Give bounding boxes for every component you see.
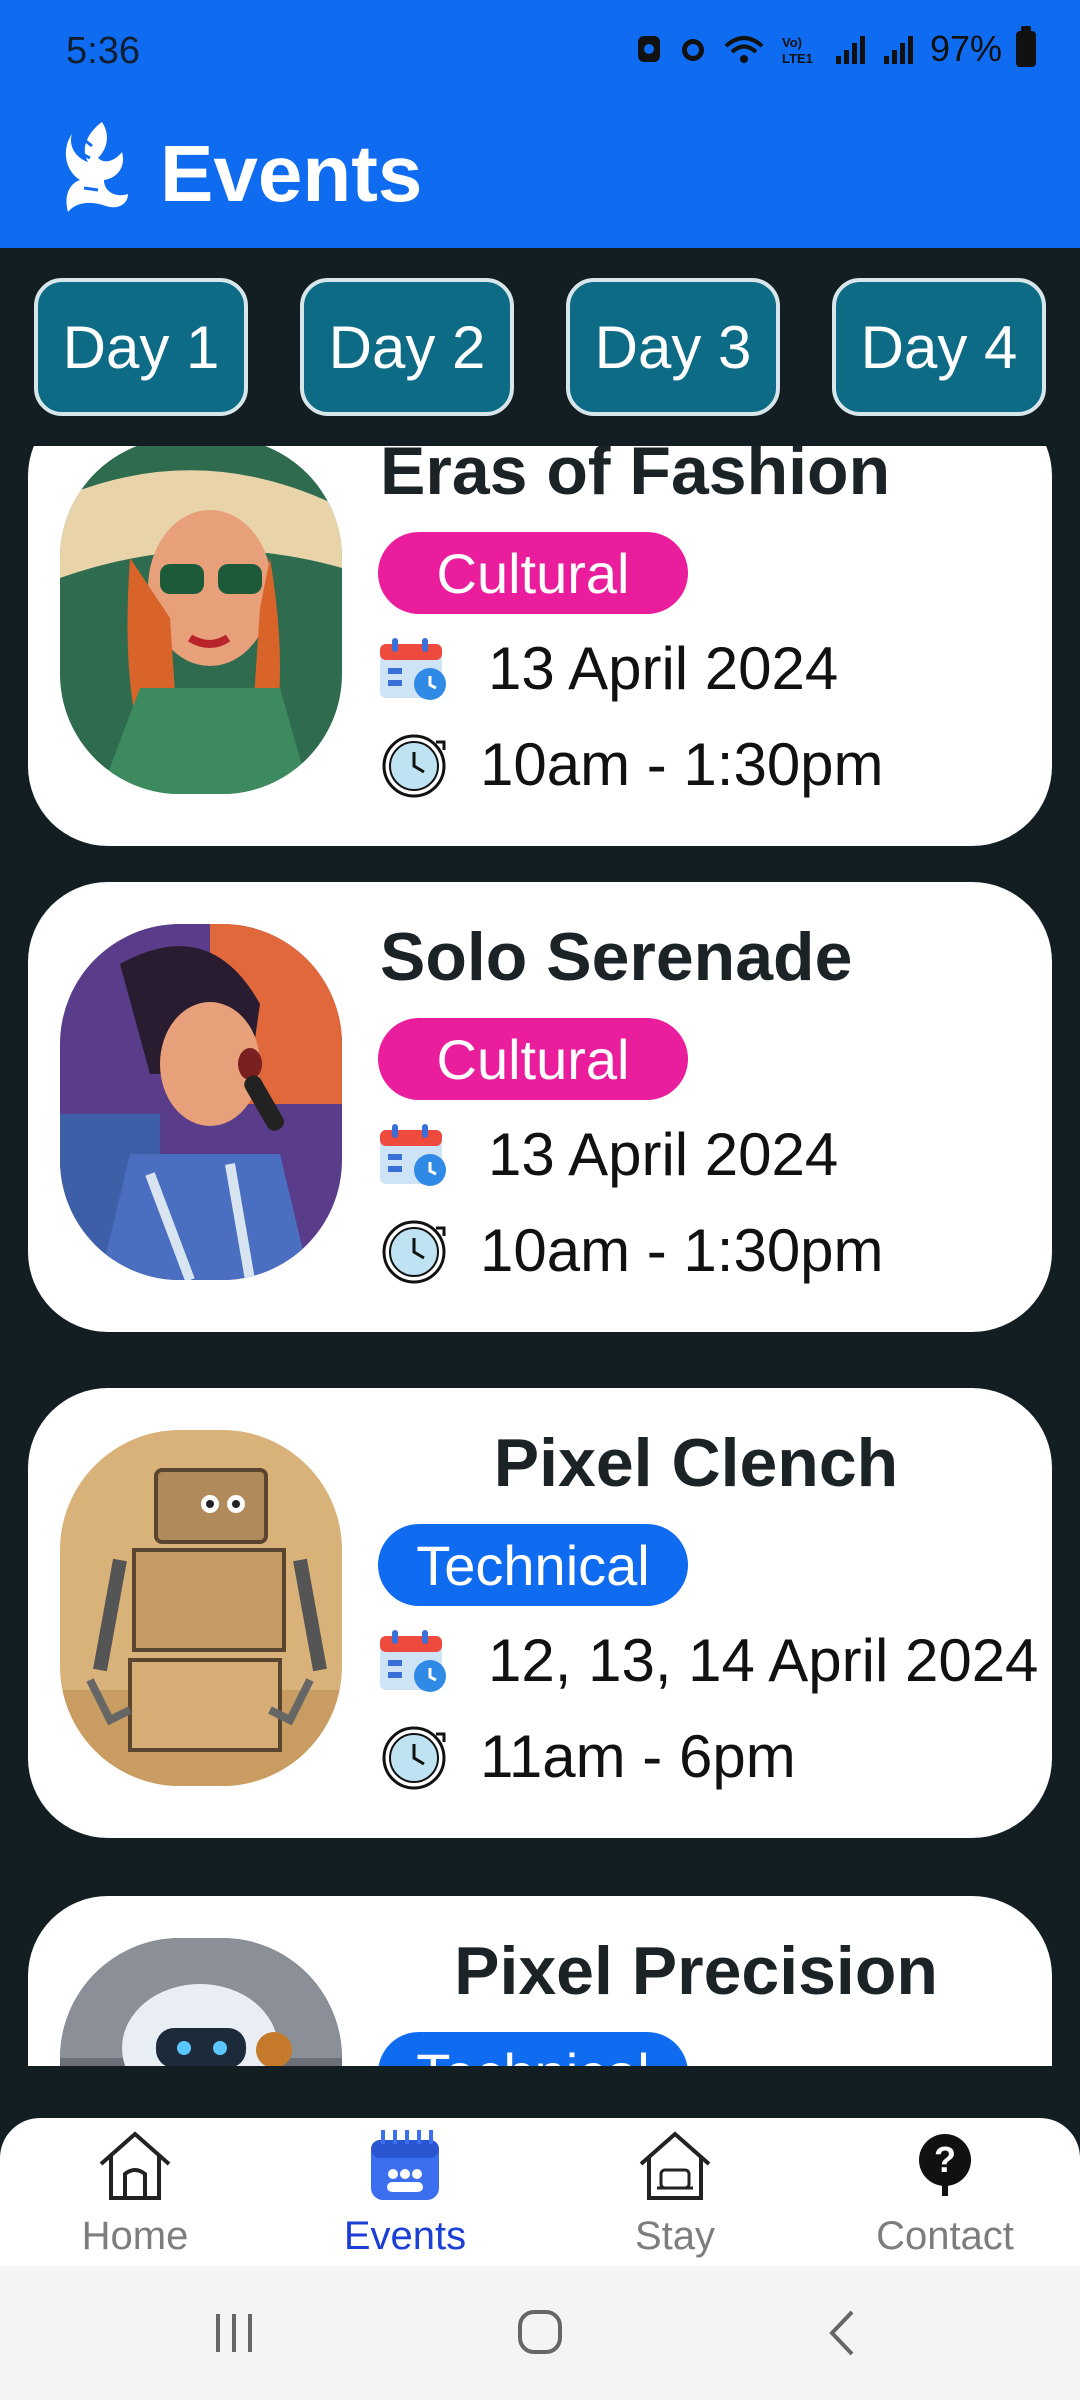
event-time: 10am - 1:30pm <box>480 730 884 798</box>
alarm-icon <box>681 39 704 61</box>
volte-icon: Vo)LTE1 <box>782 35 813 66</box>
day-tabs: Day 1 Day 2 Day 3 Day 4 <box>0 248 1080 446</box>
status-time: 5:36 <box>66 30 140 72</box>
event-date-row: 13 April 2024 <box>378 1120 838 1189</box>
nav-label: Home <box>81 2214 189 2258</box>
battery-icon <box>1016 26 1036 67</box>
home-icon <box>99 2131 171 2200</box>
event-date: 13 April 2024 <box>488 635 839 702</box>
tab-day-1[interactable]: Day 1 <box>34 278 248 416</box>
event-title: Pixel Precision <box>454 1933 938 2009</box>
event-thumbnail-fashion <box>60 446 342 794</box>
category-badge: Technical <box>378 2032 688 2066</box>
event-thumbnail-singer <box>60 924 342 1280</box>
lock-icon <box>637 36 660 62</box>
event-time: 11am - 6pm <box>480 1722 796 1790</box>
wifi-icon <box>724 36 764 63</box>
system-navigation <box>0 2266 1080 2400</box>
event-date-row: 13 April 2024 <box>378 634 838 703</box>
event-card[interactable]: Solo Serenade Cultural 13 April 2024 10a… <box>28 882 1052 1332</box>
signal-icon <box>835 36 865 64</box>
home-button-icon[interactable] <box>512 2306 568 2360</box>
svg-text:LTE1: LTE1 <box>782 51 813 66</box>
event-title: Eras of Fashion <box>380 446 891 509</box>
event-list[interactable]: Eras of Fashion Cultural 13 April 2024 1… <box>0 446 1080 2066</box>
event-card[interactable]: Pixel Precision Technical <box>28 1896 1052 2066</box>
tab-day-3[interactable]: Day 3 <box>566 278 780 416</box>
event-card[interactable]: Pixel Clench Technical 12, 13, 14 April … <box>28 1388 1052 1838</box>
category-badge: Technical <box>378 1524 688 1606</box>
clock-icon <box>382 1220 446 1284</box>
calendar-icon <box>380 1629 446 1692</box>
page-title: Events <box>160 129 423 218</box>
event-date: 13 April 2024 <box>488 1121 839 1188</box>
event-thumbnail-robot <box>60 1430 342 1786</box>
status-bar: 5:36 Vo) LTE1 97% <box>0 0 1080 104</box>
event-time-row: 10am - 1:30pm <box>378 1214 884 1286</box>
events-icon <box>371 2130 439 2200</box>
bottom-navigation: Home Events Stay ? Contact <box>0 2118 1080 2266</box>
nav-home[interactable]: Home <box>0 2126 270 2266</box>
event-time-row: 11am - 6pm <box>378 1720 796 1792</box>
calendar-icon <box>380 1123 446 1186</box>
phoenix-logo-icon <box>65 122 128 212</box>
event-date: 12, 13, 14 April 2024 <box>488 1627 1039 1694</box>
status-icons: Vo) LTE1 97% <box>634 26 1036 70</box>
event-card[interactable]: Eras of Fashion Cultural 13 April 2024 1… <box>28 446 1052 846</box>
tab-day-4[interactable]: Day 4 <box>832 278 1046 416</box>
nav-stay[interactable]: Stay <box>540 2126 810 2266</box>
category-badge: Cultural <box>378 532 688 614</box>
nav-contact[interactable]: ? Contact <box>810 2126 1080 2266</box>
event-date-row: 12, 13, 14 April 2024 <box>378 1626 1038 1695</box>
svg-text:Vo): Vo) <box>782 35 802 50</box>
category-badge: Cultural <box>378 1018 688 1100</box>
nav-label: Events <box>343 2214 467 2258</box>
event-time: 10am - 1:30pm <box>480 1216 884 1284</box>
signal-2-icon <box>883 36 913 64</box>
recent-apps-icon[interactable] <box>210 2306 260 2360</box>
nav-label: Stay <box>634 2214 716 2258</box>
nav-label: Contact <box>876 2214 1014 2258</box>
clock-icon <box>382 734 446 798</box>
stay-icon <box>639 2131 711 2200</box>
clock-icon <box>382 1726 446 1790</box>
back-icon[interactable] <box>818 2306 868 2360</box>
event-thumbnail-robot-2 <box>60 1938 342 2066</box>
event-title: Solo Serenade <box>380 919 853 995</box>
svg-text:?: ? <box>934 2139 956 2180</box>
tab-day-2[interactable]: Day 2 <box>300 278 514 416</box>
calendar-icon <box>380 637 446 700</box>
event-title: Pixel Clench <box>493 1425 899 1501</box>
battery-percent: 97% <box>929 28 1002 69</box>
event-time-row: 10am - 1:30pm <box>378 728 884 800</box>
help-icon: ? <box>919 2134 971 2196</box>
app-header: 5:36 Vo) LTE1 97% Events <box>0 0 1080 248</box>
nav-events[interactable]: Events <box>270 2126 540 2266</box>
